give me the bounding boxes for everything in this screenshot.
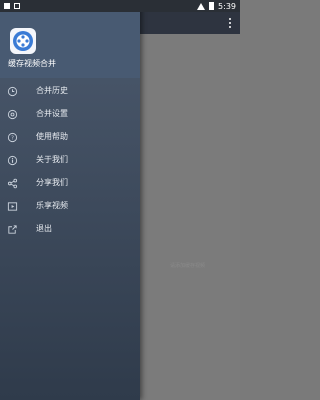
menu-item-settings[interactable]: 合并设置 <box>0 103 140 126</box>
history-icon <box>7 86 18 97</box>
menu-label-settings: 合并设置 <box>36 109 68 118</box>
menu-label-help: 使用帮助 <box>36 132 68 141</box>
exit-icon <box>8 225 17 234</box>
menu-label-exit: 退出 <box>36 224 52 233</box>
status-time: 5:39 <box>218 1 236 11</box>
menu-item-help[interactable]: ? 使用帮助 <box>0 126 140 149</box>
menu-label-history: 合并历史 <box>36 86 68 95</box>
empty-state-text: 请添加缓存视频 <box>170 263 206 269</box>
svg-text:?: ? <box>11 136 14 142</box>
menu-item-about[interactable]: 关于我们 <box>0 149 140 172</box>
notification-icon <box>4 3 10 9</box>
menu-item-exit[interactable]: 退出 <box>0 218 140 241</box>
help-icon: ? <box>7 132 18 143</box>
app-name: 缓存视频合并 <box>8 59 56 68</box>
more-options-icon[interactable] <box>229 16 232 30</box>
settings-icon <box>7 109 18 120</box>
status-left <box>4 3 20 9</box>
battery-icon <box>209 2 215 10</box>
menu-item-share[interactable]: 分享我们 <box>0 172 140 195</box>
share-icon <box>7 178 18 189</box>
drawer-menu: 合并历史 合并设置 ? 使用帮助 关于我们 分享我们 乐享视频 退出 <box>0 80 140 241</box>
menu-label-about: 关于我们 <box>36 155 68 164</box>
status-right: 5:39 <box>197 2 236 11</box>
menu-item-history[interactable]: 合并历史 <box>0 80 140 103</box>
status-bar: 5:39 <box>0 0 240 12</box>
video-icon <box>7 202 18 211</box>
menu-item-video[interactable]: 乐享视频 <box>0 195 140 218</box>
navigation-drawer: 缓存视频合并 合并历史 合并设置 ? 使用帮助 关于我们 分享我们 乐享视频 退… <box>0 0 140 400</box>
image-notification-icon <box>14 3 20 9</box>
wifi-icon <box>197 2 206 10</box>
menu-label-share: 分享我们 <box>36 178 68 187</box>
menu-label-video: 乐享视频 <box>36 201 68 210</box>
app-logo-icon <box>10 28 36 54</box>
info-icon <box>7 155 18 166</box>
